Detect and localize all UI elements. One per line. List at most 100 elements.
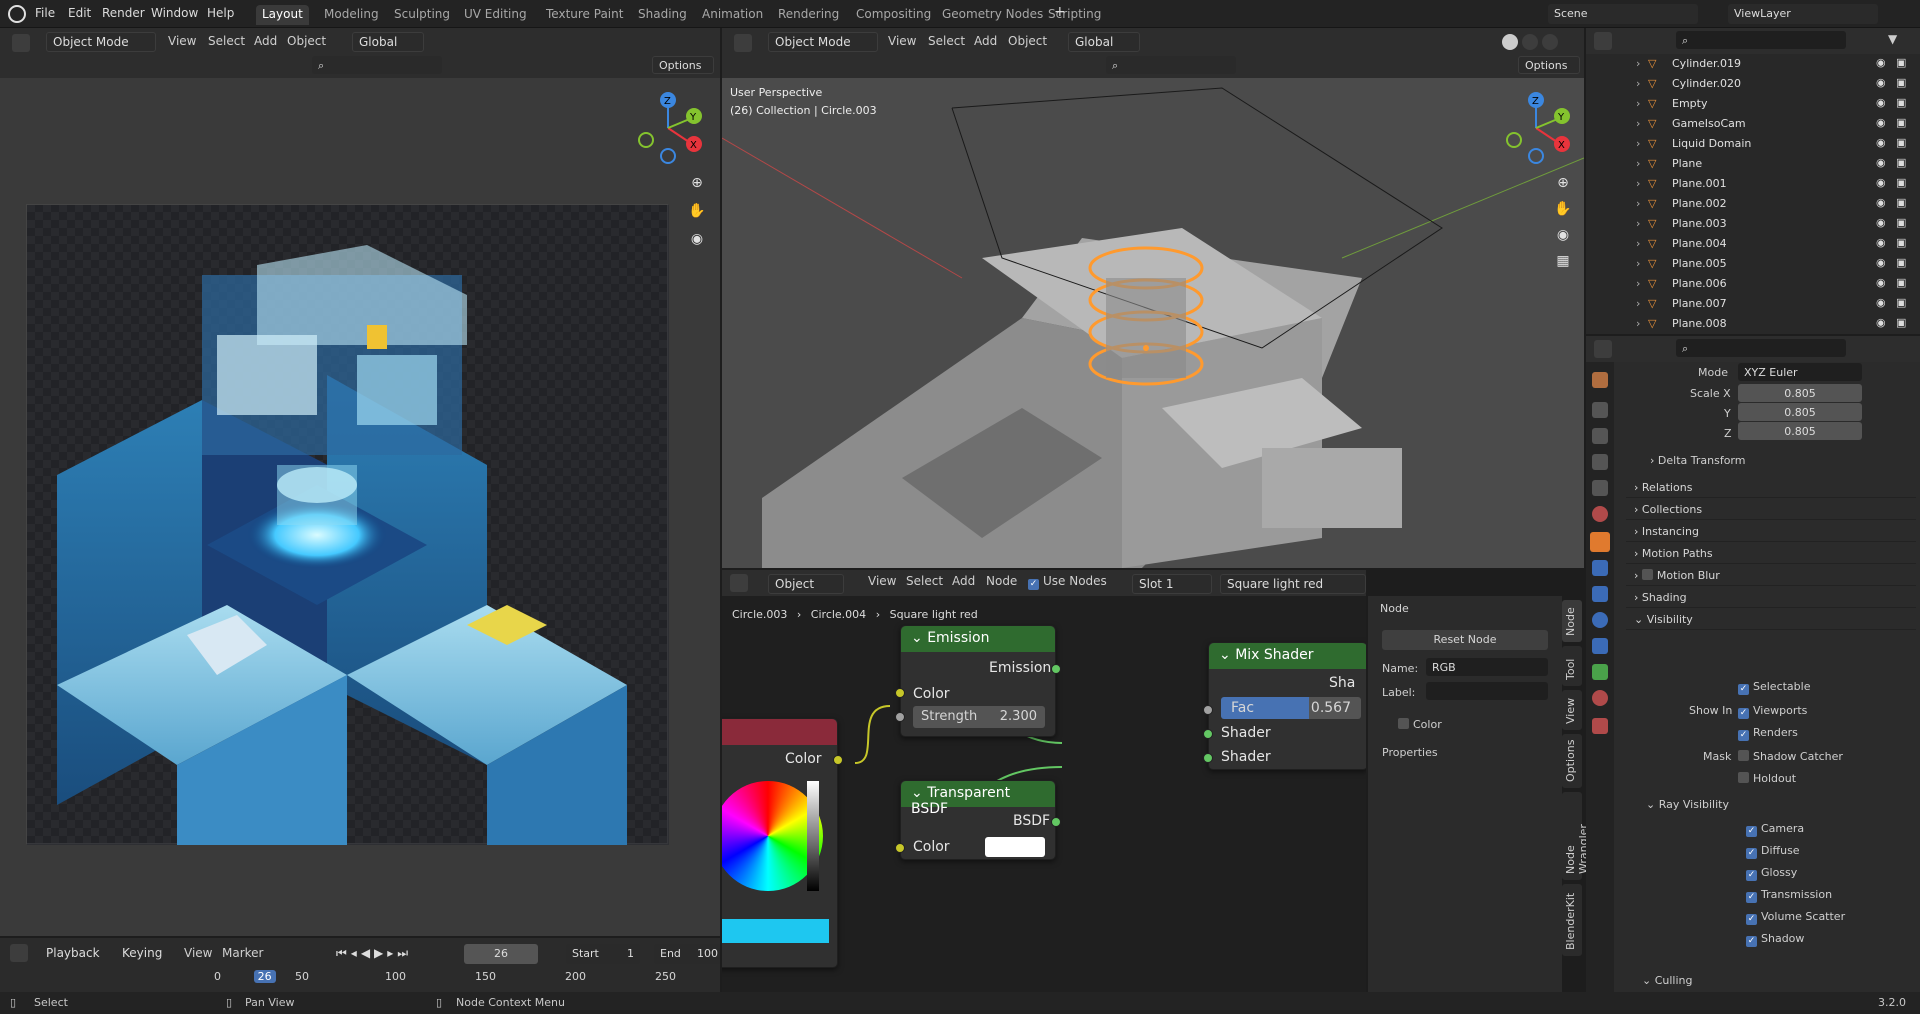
color-swatch[interactable] bbox=[722, 919, 829, 943]
timeline[interactable]: Playback Keying View Marker ⏮◂◀▶▸⏭ 26 St… bbox=[0, 938, 720, 992]
workspace-tab-uv-editing[interactable]: UV Editing bbox=[458, 5, 533, 25]
workspace-tab-compositing[interactable]: Compositing bbox=[850, 5, 937, 25]
timeline-ruler[interactable]: 0 26 50 100 150 200 250 bbox=[200, 970, 700, 988]
workspace-tab-layout[interactable]: Layout bbox=[256, 5, 309, 25]
keying-menu[interactable]: Keying bbox=[116, 944, 186, 964]
visibility-eye-icon[interactable]: ◉ bbox=[1876, 136, 1886, 149]
data-tab-icon[interactable] bbox=[1592, 664, 1608, 680]
fac-socket[interactable] bbox=[1203, 705, 1213, 715]
outliner-item[interactable]: › ▽ Plane.005 ◉ ▣ bbox=[1586, 254, 1920, 274]
bsdf-output-socket[interactable] bbox=[1051, 817, 1061, 827]
transform-orientation-dropdown[interactable]: Global bbox=[1068, 32, 1140, 52]
render-camera-icon[interactable]: ▣ bbox=[1896, 156, 1906, 169]
particles-tab-icon[interactable] bbox=[1592, 586, 1608, 602]
expand-arrow-icon[interactable]: › bbox=[1636, 297, 1640, 310]
ray-diffuse-checkbox[interactable]: ✓ Diffuse bbox=[1746, 844, 1800, 859]
rendered-shading-icon[interactable] bbox=[1542, 34, 1558, 50]
outliner-item[interactable]: › ▽ Plane.007 ◉ ▣ bbox=[1586, 294, 1920, 314]
output-tab-icon[interactable] bbox=[1592, 428, 1608, 444]
material-shading-icon[interactable] bbox=[1522, 34, 1538, 50]
culling-panel[interactable]: ⌄ Culling bbox=[1642, 974, 1693, 987]
workspace-tab-texture-paint[interactable]: Texture Paint bbox=[540, 5, 629, 25]
workspace-tab-geometry-nodes[interactable]: Geometry Nodes bbox=[936, 5, 1049, 25]
value-slider[interactable] bbox=[807, 781, 819, 891]
render-camera-icon[interactable]: ▣ bbox=[1896, 236, 1906, 249]
expand-arrow-icon[interactable]: › bbox=[1636, 57, 1640, 70]
pan-hand-icon[interactable]: ✋ bbox=[1550, 196, 1576, 222]
render-camera-icon[interactable]: ▣ bbox=[1896, 116, 1906, 129]
expand-arrow-icon[interactable]: › bbox=[1636, 217, 1640, 230]
scale-x-field[interactable]: 0.805 bbox=[1738, 384, 1862, 402]
options-dropdown[interactable]: Options bbox=[1518, 56, 1580, 74]
sidebar-tab-view[interactable]: View bbox=[1562, 690, 1582, 730]
holdout-checkbox[interactable]: Holdout bbox=[1738, 772, 1796, 785]
emission-node-header[interactable]: ⌄ Emission bbox=[901, 626, 1055, 652]
navigation-gizmo[interactable]: Z X Y bbox=[1500, 88, 1580, 168]
outliner-item[interactable]: › ▽ Plane.002 ◉ ▣ bbox=[1586, 194, 1920, 214]
transparent-node-header[interactable]: ⌄ Transparent BSDF bbox=[901, 781, 1055, 817]
world-tab-icon[interactable] bbox=[1592, 506, 1608, 522]
visibility-eye-icon[interactable]: ◉ bbox=[1876, 236, 1886, 249]
outliner-item[interactable]: › ▽ Empty ◉ ▣ bbox=[1586, 94, 1920, 114]
ray-glossy-checkbox[interactable]: ✓ Glossy bbox=[1746, 866, 1797, 881]
modifier-tab-icon[interactable] bbox=[1592, 560, 1608, 576]
node-section-title[interactable]: Node bbox=[1380, 602, 1409, 615]
ortho-toggle-icon[interactable]: ▦ bbox=[1550, 248, 1576, 274]
camera-view-icon[interactable]: ◉ bbox=[684, 226, 710, 252]
outliner-item[interactable]: › ▽ GameIsoCam ◉ ▣ bbox=[1586, 114, 1920, 134]
sidebar-tab-node[interactable]: Node bbox=[1562, 600, 1582, 642]
expand-arrow-icon[interactable]: › bbox=[1636, 157, 1640, 170]
start-frame-field[interactable]: Start 1 bbox=[566, 944, 640, 964]
camera-view-icon[interactable]: ◉ bbox=[1550, 222, 1576, 248]
view-layer-tab-icon[interactable] bbox=[1592, 454, 1608, 470]
outliner-item[interactable]: › ▽ Plane.004 ◉ ▣ bbox=[1586, 234, 1920, 254]
constraints-tab-icon[interactable] bbox=[1592, 638, 1608, 654]
scale-y-field[interactable]: 0.805 bbox=[1738, 403, 1862, 421]
outliner-item[interactable]: › ▽ Plane.001 ◉ ▣ bbox=[1586, 174, 1920, 194]
editor-type-icon[interactable] bbox=[1594, 340, 1612, 358]
visibility-eye-icon[interactable]: ◉ bbox=[1876, 116, 1886, 129]
scene-tab-icon[interactable] bbox=[1592, 480, 1608, 496]
properties-search[interactable]: ⌕ bbox=[1676, 339, 1846, 357]
mix-shader-node[interactable]: ⌄ Mix Shader Sha Fac 0.567 Shader Shader bbox=[1203, 642, 1366, 770]
visibility-eye-icon[interactable]: ◉ bbox=[1876, 256, 1886, 269]
current-frame-field[interactable]: 26 bbox=[464, 944, 538, 964]
blender-logo-icon[interactable] bbox=[8, 5, 26, 23]
emission-output-socket[interactable] bbox=[1051, 664, 1061, 674]
filter-icon[interactable]: ▼ bbox=[1888, 32, 1897, 46]
visibility-eye-icon[interactable]: ◉ bbox=[1876, 176, 1886, 189]
visibility-eye-icon[interactable]: ◉ bbox=[1876, 316, 1886, 329]
expand-arrow-icon[interactable]: › bbox=[1636, 97, 1640, 110]
workspace-tab-animation[interactable]: Animation bbox=[696, 5, 769, 25]
visibility-eye-icon[interactable]: ◉ bbox=[1876, 216, 1886, 229]
reset-node-button[interactable]: Reset Node bbox=[1382, 630, 1548, 650]
shadow-catcher-checkbox[interactable]: Shadow Catcher bbox=[1738, 750, 1843, 763]
object-mode-dropdown[interactable]: Object Mode bbox=[46, 32, 156, 52]
panel-collections[interactable]: › Collections bbox=[1626, 500, 1916, 520]
options-dropdown[interactable]: Options bbox=[652, 56, 714, 74]
outliner-search[interactable]: ⌕ bbox=[1676, 31, 1846, 49]
rgb-node[interactable]: B Color bbox=[722, 718, 843, 968]
rgb-node-header[interactable]: B bbox=[722, 719, 837, 745]
navigation-gizmo[interactable]: Z X Y bbox=[632, 88, 712, 168]
visibility-eye-icon[interactable]: ◉ bbox=[1876, 296, 1886, 309]
properties-editor[interactable]: ⌕ Mode XYZ Euler Scale X 0.805 Y 0.805 Z… bbox=[1586, 336, 1920, 992]
object-mode-dropdown[interactable]: Object Mode bbox=[768, 32, 878, 52]
view-menu[interactable]: View bbox=[168, 34, 196, 52]
expand-arrow-icon[interactable]: › bbox=[1636, 257, 1640, 270]
visibility-eye-icon[interactable]: ◉ bbox=[1876, 76, 1886, 89]
properties-subpanel[interactable]: Properties bbox=[1382, 746, 1438, 759]
selectable-checkbox[interactable]: ✓ Selectable bbox=[1738, 680, 1810, 695]
workspace-tab-scripting[interactable]: Scripting bbox=[1042, 5, 1107, 25]
ray-volume-scatter-checkbox[interactable]: ✓ Volume Scatter bbox=[1746, 910, 1845, 925]
emission-strength-socket[interactable] bbox=[895, 712, 905, 722]
pan-hand-icon[interactable]: ✋ bbox=[684, 198, 710, 224]
marker-menu[interactable]: Marker bbox=[222, 946, 263, 964]
ray-camera-checkbox[interactable]: ✓ Camera bbox=[1746, 822, 1804, 837]
material-tab-icon[interactable] bbox=[1592, 690, 1608, 706]
search-field[interactable]: ⌕ bbox=[312, 56, 442, 74]
shader2-socket[interactable] bbox=[1203, 753, 1213, 763]
sidebar-tab-blenderkit[interactable]: BlenderKit bbox=[1562, 884, 1582, 956]
tool-tab-icon[interactable] bbox=[1592, 372, 1608, 388]
scene-selector[interactable]: Scene bbox=[1548, 4, 1698, 24]
